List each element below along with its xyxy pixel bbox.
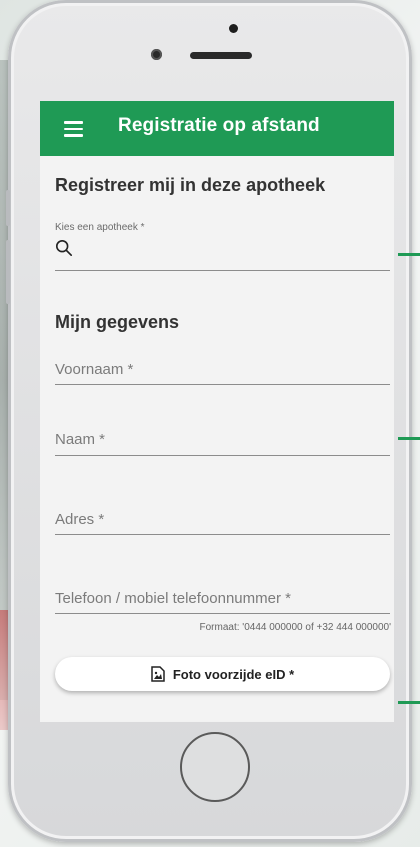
- volume-up-button: [6, 190, 10, 226]
- phone-format-hint: Formaat: '0444 000000 of +32 444 000000': [199, 622, 391, 633]
- search-icon: [55, 239, 73, 257]
- edge-marker: [398, 437, 420, 440]
- last-name-underline: [55, 455, 390, 456]
- first-name-placeholder: Voornaam *: [55, 361, 134, 378]
- first-name-underline: [55, 384, 390, 385]
- app-screen: Registratie op afstand Registreer mij in…: [40, 101, 394, 722]
- pharmacy-search-underline: [55, 270, 390, 271]
- phone-frame: Registratie op afstand Registreer mij in…: [6, 0, 412, 842]
- last-name-field[interactable]: Naam *: [55, 431, 390, 456]
- pharmacy-section-title: Registreer mij in deze apotheek: [55, 175, 326, 195]
- app-bar: Registratie op afstand: [40, 101, 394, 156]
- front-camera: [151, 49, 162, 60]
- personal-section-title: Mijn gegevens: [55, 312, 180, 332]
- front-id-button-label: Foto voorzijde eID *: [172, 666, 295, 682]
- first-name-field[interactable]: Voornaam *: [55, 361, 390, 386]
- app-title: Registratie op afstand: [118, 115, 320, 136]
- address-field[interactable]: Adres *: [55, 511, 390, 536]
- volume-down-button: [6, 240, 10, 304]
- earpiece-speaker: [190, 52, 252, 59]
- hamburger-menu-icon[interactable]: [64, 121, 83, 137]
- pharmacy-search-field[interactable]: Kies een apotheek *: [55, 222, 390, 272]
- home-button[interactable]: [180, 732, 250, 802]
- document-image-icon: [151, 666, 165, 682]
- phone-field[interactable]: Telefoon / mobiel telefoonnummer *: [55, 590, 390, 615]
- pharmacy-search-label: Kies een apotheek *: [55, 222, 145, 233]
- sensor-dot: [229, 24, 238, 33]
- edge-marker: [398, 253, 420, 256]
- front-id-photo-button[interactable]: Foto voorzijde eID *: [55, 657, 390, 691]
- last-name-placeholder: Naam *: [55, 431, 106, 448]
- phone-placeholder: Telefoon / mobiel telefoonnummer *: [55, 590, 291, 607]
- address-placeholder: Adres *: [55, 511, 105, 528]
- address-underline: [55, 534, 390, 535]
- edge-marker: [398, 701, 420, 704]
- phone-underline: [55, 613, 390, 614]
